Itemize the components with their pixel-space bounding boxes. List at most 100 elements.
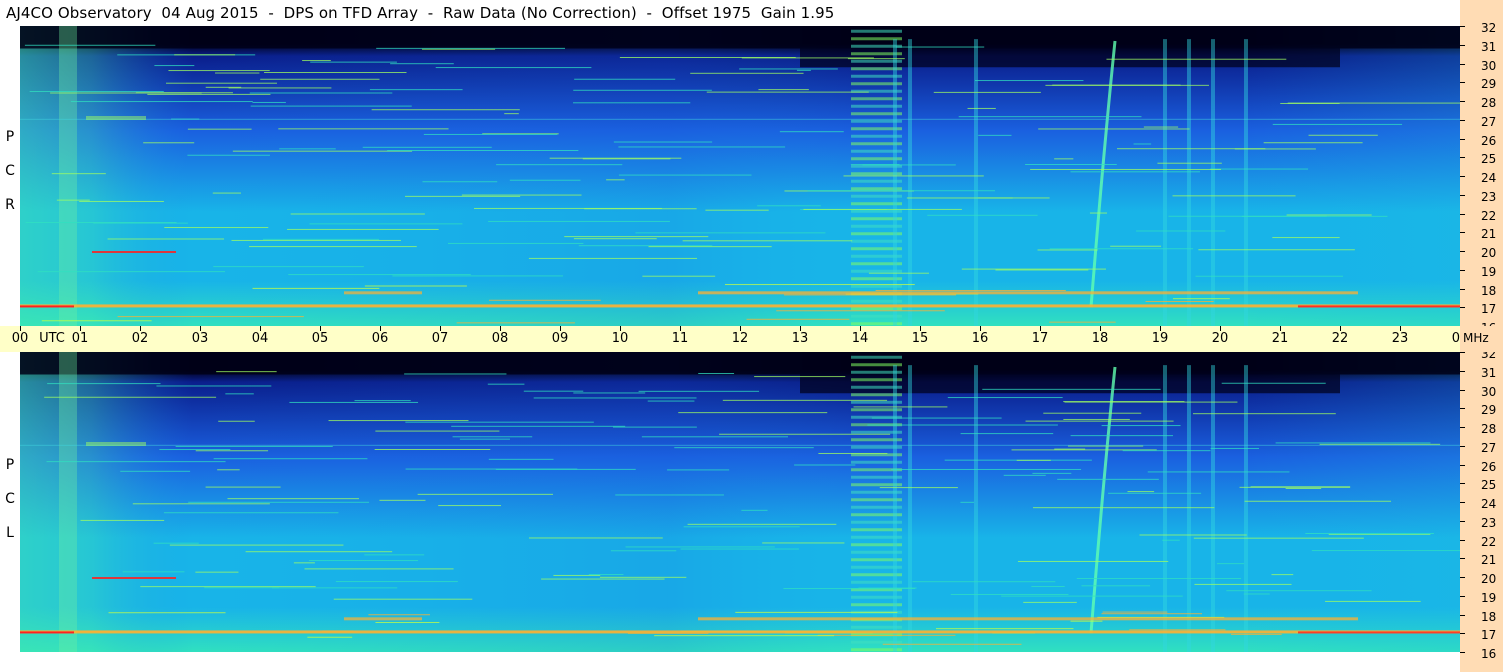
time-tick-label: 19 (1151, 331, 1169, 346)
freq-tick-label: 24 (1481, 171, 1497, 185)
vertical-interference (893, 39, 897, 326)
rfi-line (796, 69, 811, 71)
rfi-line (638, 390, 760, 392)
rfi-line (573, 238, 657, 240)
rfi-20mhz (92, 251, 176, 253)
rfi-line (648, 246, 772, 248)
time-tick-label: 11 (671, 331, 689, 346)
rfi-line (680, 548, 799, 550)
rfi-line (850, 164, 900, 166)
rfi-line (642, 275, 716, 277)
rfi-line (309, 223, 463, 225)
rfi-line (147, 93, 271, 95)
rfi-line (496, 164, 623, 166)
rfi-line (489, 299, 601, 301)
time-tick-label: 15 (911, 331, 929, 346)
rfi-line (405, 195, 521, 197)
lcp-label-c: C (5, 491, 15, 507)
rfi-line (1308, 134, 1378, 136)
rfi-line (927, 214, 1038, 216)
time-tick-label: 21 (1271, 331, 1289, 346)
rfi-line (79, 200, 164, 202)
rfi-line (724, 284, 915, 286)
rfi-line (174, 54, 236, 56)
freq-tick (1460, 389, 1465, 391)
rfi-line (1038, 128, 1190, 130)
rfi-line (375, 621, 440, 623)
rfi-line (1063, 401, 1185, 403)
rfi-line (875, 290, 1066, 292)
upper-dark-zone (800, 48, 1340, 68)
freq-tick-label: 19 (1481, 590, 1497, 605)
rfi-line (369, 89, 463, 91)
freq-tick (1460, 427, 1465, 428)
rfi-line (452, 436, 533, 438)
rfi-line (41, 320, 152, 322)
interference-band (851, 355, 902, 359)
rfi-line (1136, 230, 1226, 232)
rcp-label-p: P (5, 129, 15, 145)
rfi-line (1127, 491, 1155, 493)
rcp-label-r: R (5, 197, 15, 213)
rfi-line (635, 232, 826, 234)
rfi-line (1311, 550, 1460, 552)
rfi-line (847, 58, 905, 60)
rfi-line (573, 392, 646, 394)
freq-tick-label: 19 (1481, 264, 1497, 279)
bottom-strip (0, 652, 1460, 672)
strong-rfi-17mhz (20, 630, 1460, 634)
rfi-line (613, 426, 697, 428)
rfi-line (683, 526, 800, 528)
rfi-line (216, 371, 277, 373)
rfi-line (1162, 539, 1180, 541)
rfi-20mhz (92, 577, 176, 579)
rfi-line (741, 509, 768, 511)
rfi-line (289, 401, 419, 403)
rfi-line (459, 438, 510, 440)
freq-tick (1460, 352, 1465, 353)
rfi-line (1037, 249, 1098, 251)
rfi-line (1243, 593, 1270, 595)
vertical-interference (1244, 39, 1248, 326)
rfi-line (132, 503, 270, 505)
rfi-line (232, 150, 413, 152)
rfi-line (304, 568, 454, 570)
rfi-line (523, 390, 584, 392)
rfi-line (818, 452, 888, 454)
rfi-line (1139, 534, 1247, 536)
rfi-line (1089, 212, 1108, 214)
time-tick-label: 17 (1031, 331, 1049, 346)
rfi-line (541, 578, 665, 580)
freq-tick-label: 18 (1481, 609, 1497, 624)
rfi-line (262, 238, 380, 240)
strong-rfi-17mhz-core (20, 305, 74, 308)
rfi-line (1217, 563, 1245, 565)
freq-tick-label: 27 (1481, 114, 1497, 129)
rfi-line (667, 469, 730, 471)
rfi-line (1106, 58, 1287, 60)
rfi-line (335, 581, 458, 583)
freq-tick-label: 28 (1481, 96, 1497, 110)
rfi-line (618, 174, 752, 176)
rfi-line (722, 399, 888, 401)
rfi-line (47, 383, 161, 385)
rfi-line (37, 271, 225, 273)
freq-tick (1460, 539, 1465, 541)
rfi-line (1045, 84, 1209, 86)
rfi-line (1049, 321, 1116, 323)
freq-tick-label: 30 (1481, 58, 1497, 73)
freq-tick-label: 20 (1481, 246, 1497, 260)
freq-tick (1460, 63, 1465, 65)
rfi-line (553, 574, 601, 576)
rfi-line (1023, 601, 1077, 603)
freq-tick (1460, 614, 1465, 616)
rfi-line (231, 239, 401, 241)
freq-tick (1460, 502, 1465, 503)
rfi-line (213, 458, 368, 460)
rfi-line (212, 192, 241, 194)
freq-tick (1460, 269, 1465, 271)
rfi-line (227, 498, 360, 500)
rfi-line (1129, 629, 1226, 631)
freq-tick-label: 22 (1481, 534, 1497, 549)
lcp-label: P C L (0, 448, 20, 550)
